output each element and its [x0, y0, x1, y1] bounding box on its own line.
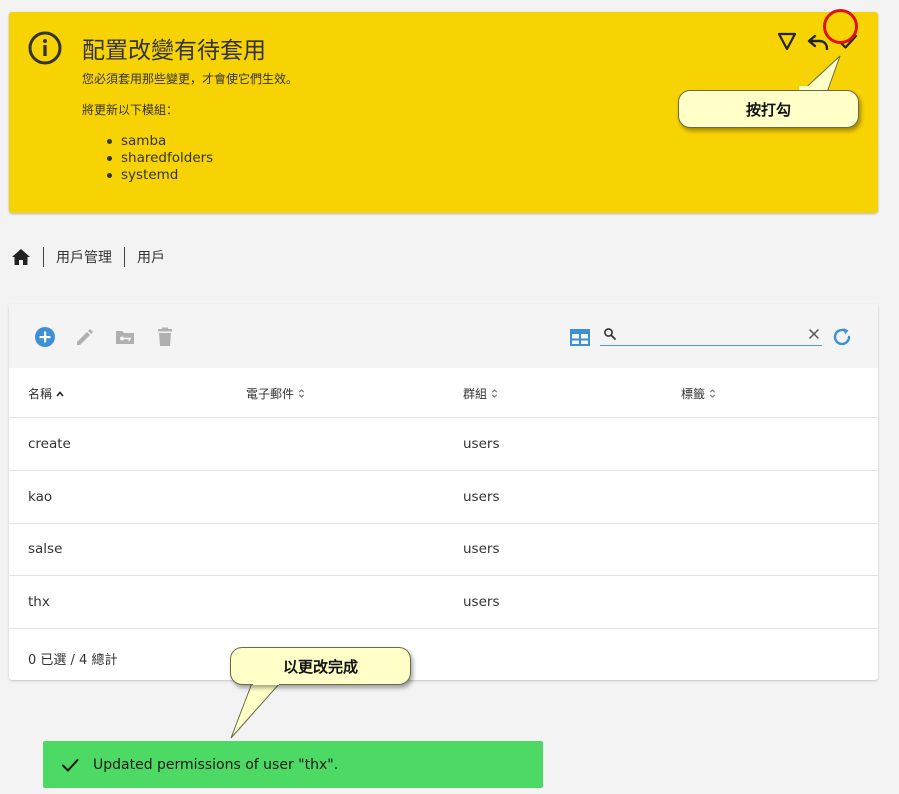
trash-icon[interactable] — [154, 326, 176, 348]
toast-message: Updated permissions of user "thx". — [93, 756, 339, 773]
done-callout: 以更改完成 — [230, 647, 411, 685]
sort-both-icon — [709, 389, 716, 398]
column-header-email[interactable]: 電子郵件 — [246, 385, 306, 402]
column-header-label: 電子郵件 — [246, 387, 295, 401]
cell-groups: users — [463, 489, 500, 505]
module-item: systemd — [103, 167, 213, 184]
table-row[interactable]: kao users — [9, 471, 878, 524]
cell-name: create — [28, 436, 71, 452]
cell-name: salse — [28, 541, 63, 557]
breadcrumb-item-user-management[interactable]: 用戶管理 — [56, 247, 112, 267]
cell-groups: users — [463, 436, 500, 452]
module-list: samba sharedfolders systemd — [103, 133, 213, 184]
column-header-tags[interactable]: 標籤 — [681, 385, 717, 402]
table-row[interactable]: salse users — [9, 523, 878, 576]
show-details-button[interactable] — [774, 29, 800, 55]
apply-changes-button[interactable] — [835, 29, 861, 55]
check-icon — [62, 758, 79, 771]
banner-message: 您必須套用那些變更，才會使它們生效。 — [82, 72, 299, 86]
selection-count: 0 已選 / 4 總計 — [28, 653, 118, 668]
column-header-name[interactable]: 名稱 — [28, 385, 65, 402]
callout-text: 按打勾 — [745, 100, 791, 119]
cell-name: kao — [28, 489, 53, 505]
column-header-label: 標籤 — [681, 387, 706, 401]
home-icon[interactable] — [11, 247, 31, 267]
apply-callout: 按打勾 — [678, 90, 859, 128]
search-input[interactable] — [621, 325, 801, 345]
page: 配置改變有待套用 您必須套用那些變更，才會使它們生效。 將更新以下模組： sam… — [0, 0, 899, 794]
users-table-card: 名稱 電子郵件 群組 標籤 create users kao users sal… — [9, 304, 878, 680]
folder-key-icon[interactable] — [114, 326, 136, 348]
refresh-icon[interactable] — [830, 325, 854, 349]
breadcrumb: 用戶管理 用戶 — [11, 246, 165, 268]
undo-icon — [807, 34, 829, 51]
table-row[interactable]: thx users — [9, 576, 878, 629]
module-item: sharedfolders — [103, 150, 213, 167]
banner-title: 配置改變有待套用 — [82, 38, 266, 64]
search-icon — [604, 328, 616, 340]
close-icon[interactable] — [808, 328, 820, 340]
success-toast[interactable]: Updated permissions of user "thx". — [43, 741, 543, 788]
cell-groups: users — [463, 594, 500, 610]
breadcrumb-item-users: 用戶 — [137, 250, 165, 266]
sort-ascending-icon — [56, 390, 64, 397]
breadcrumb-separator — [124, 247, 125, 267]
cell-groups: users — [463, 541, 500, 557]
table-toolbar — [9, 304, 878, 368]
check-icon — [838, 34, 858, 49]
table-columns-icon[interactable] — [569, 326, 591, 348]
plus-circle-icon[interactable] — [34, 326, 56, 348]
undo-changes-button[interactable] — [805, 29, 831, 55]
module-item: samba — [103, 133, 213, 150]
column-header-label: 群組 — [463, 387, 488, 401]
callout-pointer — [230, 682, 281, 739]
banner-modules-intro: 將更新以下模組： — [82, 103, 179, 117]
column-header-groups[interactable]: 群組 — [463, 385, 499, 402]
pencil-icon[interactable] — [74, 326, 96, 348]
filter-icon — [777, 32, 797, 51]
breadcrumb-separator — [43, 247, 44, 267]
table-row[interactable]: create users — [9, 418, 878, 471]
table-header: 名稱 電子郵件 群組 標籤 — [9, 368, 878, 418]
search-field — [600, 325, 822, 346]
column-header-label: 名稱 — [28, 387, 53, 401]
callout-text: 以更改完成 — [282, 657, 358, 676]
info-icon — [28, 31, 62, 65]
cell-name: thx — [28, 594, 50, 610]
sort-both-icon — [491, 389, 498, 398]
sort-both-icon — [298, 389, 305, 398]
